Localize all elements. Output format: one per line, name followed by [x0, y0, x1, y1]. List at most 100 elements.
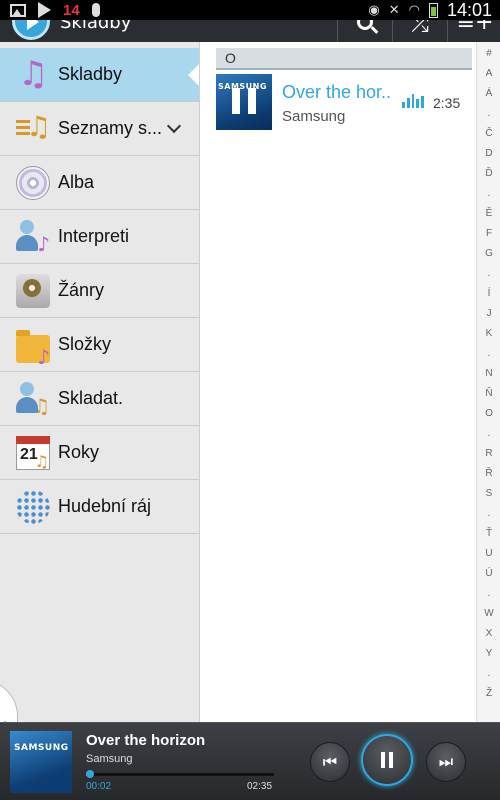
sidebar-item-label: Roky [58, 442, 100, 462]
index-letter[interactable]: Ž [477, 688, 500, 699]
seek-bar-thumb[interactable] [86, 770, 95, 778]
index-letter[interactable]: . [477, 668, 500, 679]
sidebar-item-label: Seznamy s... [58, 118, 163, 138]
index-letter[interactable]: Č [477, 128, 500, 139]
index-letter[interactable]: G [477, 248, 500, 259]
sidebar-item-artists[interactable]: ♪ Interpreti [0, 210, 199, 264]
index-letter[interactable]: Ť [477, 528, 500, 539]
pause-button[interactable] [361, 734, 413, 786]
mute-icon: ✕ [388, 2, 400, 18]
index-letter[interactable]: Í [477, 288, 500, 299]
index-letter[interactable]: W [477, 608, 500, 619]
index-letter[interactable]: Ú [477, 568, 500, 579]
index-letter[interactable]: F [477, 228, 500, 239]
music-note-icon [16, 54, 50, 94]
sidebar-item-albums[interactable]: Alba [0, 156, 199, 210]
shuffle-icon: ⤮ [411, 20, 429, 37]
sidebar-item-playlists[interactable]: Seznamy s... [0, 102, 199, 156]
index-letter[interactable]: D [477, 148, 500, 159]
index-letter[interactable]: Y [477, 648, 500, 659]
index-letter[interactable]: Á [477, 88, 500, 99]
previous-button[interactable]: ⏮ [310, 742, 350, 782]
sidebar-item-music-hub[interactable]: Hudební ráj [0, 480, 199, 534]
index-letter[interactable]: O [477, 408, 500, 419]
shuffle-button[interactable]: ⤮ [395, 20, 445, 42]
index-letter[interactable]: . [477, 348, 500, 359]
composer-icon: ♫ [16, 381, 50, 418]
index-letter[interactable]: . [477, 108, 500, 119]
search-button[interactable] [340, 20, 390, 42]
index-letter[interactable]: . [477, 508, 500, 519]
chevron-down-icon[interactable] [166, 118, 182, 134]
seek-bar[interactable] [86, 770, 274, 778]
song-list: O SAMSUNG Over the hor.. Samsung 2:35 [200, 42, 476, 722]
sidebar-item-label: Alba [58, 172, 95, 192]
pause-icon[interactable] [232, 88, 256, 114]
index-letter[interactable]: Ě [477, 208, 500, 219]
index-letter[interactable]: Ď [477, 168, 500, 179]
music-player-logo-icon[interactable] [12, 20, 50, 40]
now-playing-artist: Samsung [86, 753, 133, 765]
add-to-playlist-icon: ≡+ [456, 20, 494, 35]
calendar-icon: 21 ♫ [16, 435, 50, 471]
wifi-icon: ◠ [408, 2, 420, 18]
index-letter[interactable]: U [477, 548, 500, 559]
alphabet-index[interactable]: # A Á. Č D Ď. Ě F G. Í J K. N Ň O. R Ř S. Ť U Ú. W X Y. Ž [476, 42, 500, 722]
song-duration: 2:35 [433, 95, 461, 111]
status-bar: 14 ◉ ✕ ◠ 14:01 [0, 0, 500, 20]
gallery-notification-icon [10, 3, 26, 17]
album-disc-icon [16, 165, 50, 200]
library-sidebar: Skladby Seznamy s... Alba ♪ Interpreti Ž… [0, 42, 200, 722]
elapsed-time: 00:02 [86, 781, 112, 792]
sidebar-item-label: Složky [58, 334, 112, 354]
divider [337, 20, 338, 42]
index-letter[interactable]: Ř [477, 468, 500, 479]
eye-icon: ◉ [368, 2, 380, 18]
sidebar-item-label: Hudební ráj [58, 496, 152, 516]
artist-icon: ♪ [16, 219, 50, 256]
sidebar-item-label: Žánry [58, 280, 105, 300]
pause-icon [381, 752, 393, 768]
index-letter[interactable]: R [477, 448, 500, 459]
folder-icon: ♪ [16, 329, 50, 369]
playlist-icon [16, 110, 51, 146]
index-letter[interactable]: . [477, 268, 500, 279]
index-letter[interactable]: Ň [477, 388, 500, 399]
total-time: 02:35 [247, 781, 273, 792]
song-row[interactable]: SAMSUNG Over the hor.. Samsung 2:35 [216, 72, 472, 134]
index-letter[interactable]: X [477, 628, 500, 639]
index-letter[interactable]: . [477, 428, 500, 439]
index-letter[interactable]: . [477, 588, 500, 599]
mini-player: SAMSUNG Over the horizon Samsung 00:02 0… [0, 722, 500, 800]
divider [392, 20, 393, 42]
index-letter[interactable]: J [477, 308, 500, 319]
index-letter[interactable]: N [477, 368, 500, 379]
media-playing-icon [38, 2, 51, 18]
pause-icon-wrap [363, 736, 411, 784]
next-button[interactable]: ⏭ [426, 742, 466, 782]
add-to-playlist-button[interactable]: ≡+ [450, 20, 500, 42]
section-header: O [216, 48, 472, 70]
album-art: SAMSUNG [216, 74, 272, 130]
song-artist: Samsung [282, 108, 346, 125]
index-letter[interactable]: S [477, 488, 500, 499]
sidebar-item-folders[interactable]: ♪ Složky [0, 318, 199, 372]
sidebar-item-genres[interactable]: Žánry [0, 264, 199, 318]
battery-icon [428, 2, 438, 18]
microphone-icon [91, 3, 100, 17]
music-hub-icon [16, 489, 50, 524]
genre-icon [16, 273, 50, 308]
index-letter[interactable]: # [477, 48, 500, 59]
sidebar-item-years[interactable]: 21 ♫ Roky [0, 426, 199, 480]
now-playing-art[interactable]: SAMSUNG [10, 731, 72, 793]
index-letter[interactable]: A [477, 68, 500, 79]
notification-count: 14 [63, 1, 80, 19]
sidebar-item-songs[interactable]: Skladby [0, 48, 199, 102]
index-letter[interactable]: . [477, 188, 500, 199]
search-icon [357, 20, 373, 30]
sidebar-item-composers[interactable]: ♫ Skladat. [0, 372, 199, 426]
index-letter[interactable]: K [477, 328, 500, 339]
next-icon: ⏭ [438, 752, 454, 771]
clock: 14:01 [446, 0, 492, 20]
now-playing-title: Over the horizon [86, 732, 206, 749]
